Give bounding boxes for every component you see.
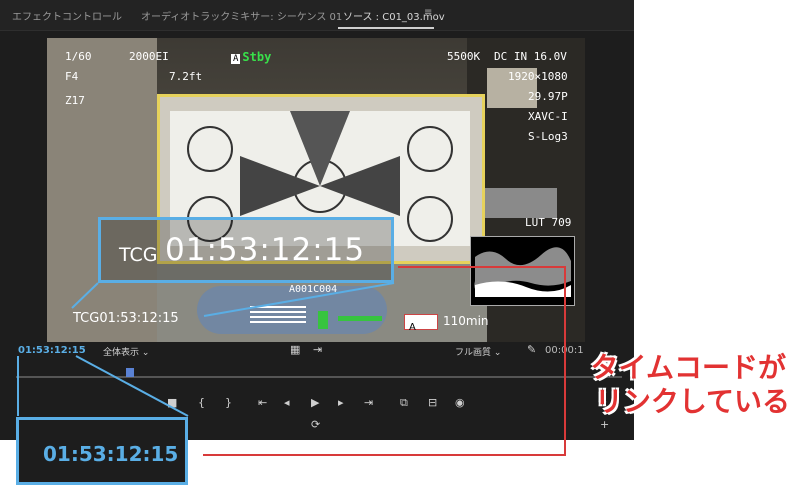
timecode-highlight-large: TCG 01:53:12:15 (98, 217, 394, 283)
audio-meters (250, 306, 306, 326)
osd-iso: 2000EI (129, 50, 169, 63)
duration-timecode: 00:00:1 (545, 345, 584, 356)
add-marker-icon[interactable]: ■ (167, 396, 177, 409)
go-to-in-icon[interactable]: ⇤ (258, 396, 267, 409)
step-back-icon[interactable]: ◂ (284, 396, 290, 409)
osd-fps: 29.97P (528, 90, 568, 103)
wall (47, 38, 157, 342)
wrench-icon[interactable]: ✎ (527, 343, 536, 356)
panel-tabs: エフェクトコントロール オーディオトラックミキサー: シーケンス 01 ソース … (0, 0, 634, 31)
tc-prefix: TCG (119, 244, 158, 266)
tab-audio-track-mixer[interactable]: オーディオトラックミキサー: シーケンス 01 (141, 8, 342, 23)
stby-label: Stby (242, 50, 272, 64)
osd-dc: DC IN 16.0V (494, 50, 567, 63)
shelf-box (477, 188, 557, 218)
source-monitor-panel: エフェクトコントロール オーディオトラックミキサー: シーケンス 01 ソース … (0, 0, 634, 440)
tc-value: 01:53:12:15 (99, 311, 179, 326)
osd-focus: 7.2ft (169, 70, 203, 83)
timeline-ruler (16, 376, 622, 378)
hamburger-icon[interactable]: ≡ (424, 7, 432, 18)
quality-dropdown[interactable]: フル画質 ⌄ (455, 345, 501, 358)
timeline-scrubber[interactable] (16, 368, 622, 382)
osd-gamma: S-Log3 (528, 130, 568, 143)
stby-badge: A (231, 54, 241, 64)
settings-icon[interactable]: ▦ (290, 343, 300, 356)
tc-prefix: TCG (73, 311, 100, 326)
osd-codec: XAVC-I (528, 110, 568, 123)
timecode-osd-small: TCG01:53:12:15 (73, 311, 179, 326)
osd-shutter: 1/60 (65, 50, 92, 63)
osd-zoom: Z17 (65, 94, 85, 107)
zoom-dropdown[interactable]: 全体表示 ⌄ (103, 345, 149, 358)
playhead-timecode[interactable]: 01:53:12:15 (18, 345, 86, 356)
video-frame: 1/60 F4 Z17 2000EI 7.2ft A Stby 5500K DC … (47, 38, 585, 342)
osd-iris: F4 (65, 70, 79, 83)
step-forward-icon[interactable]: ▸ (338, 396, 344, 409)
tab-effect-controls[interactable]: エフェクトコントロール (12, 8, 122, 23)
osd-wb: 5500K (447, 50, 481, 63)
osd-stby: A Stby (231, 50, 271, 64)
clip-name: A001C004 (289, 284, 338, 295)
waveform-icon (474, 247, 571, 297)
export-frame-icon[interactable]: ◉ (455, 396, 465, 409)
osd-lut: LUT 709 (525, 216, 572, 229)
playhead-marker[interactable] (126, 368, 134, 377)
media-slot-badge: A (404, 314, 438, 333)
mark-out-icon[interactable]: } (225, 396, 232, 409)
callout-timecode: 01:53:12:15 (43, 442, 179, 466)
timecode-callout: 01:53:12:15 (16, 417, 188, 485)
remaining-time: 110min (443, 314, 489, 328)
annotation-line-2: リンクしている (594, 385, 790, 418)
play-icon[interactable]: ▶ (311, 396, 319, 409)
waveform-monitor (470, 236, 575, 306)
go-to-out-icon[interactable]: ⇥ (364, 396, 373, 409)
mark-in-icon[interactable]: { (198, 396, 205, 409)
insert-icon[interactable]: ⇥ (313, 343, 322, 356)
osd-resolution: 1920×1080 (508, 70, 568, 83)
insert-clip-icon[interactable]: ⧉ (400, 396, 408, 410)
tc-value: 01:53:12:15 (165, 232, 366, 268)
toggle-proxy-icon[interactable]: ⟳ (311, 418, 320, 431)
active-tab-indicator (338, 27, 434, 29)
overwrite-clip-icon[interactable]: ⊟ (428, 396, 437, 409)
